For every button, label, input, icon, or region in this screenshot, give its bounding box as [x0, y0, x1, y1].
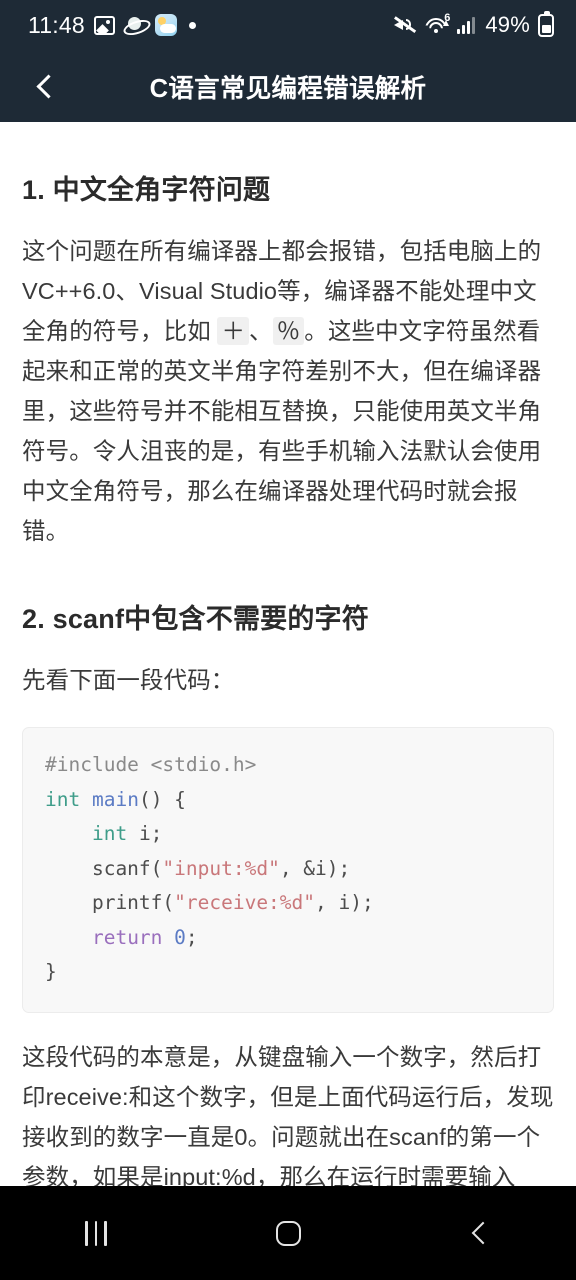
wifi-6-icon: 6 [425, 13, 450, 35]
battery-icon [538, 10, 554, 37]
gallery-icon [93, 15, 115, 35]
android-nav-bar [0, 1186, 576, 1280]
code-block-original: #include <stdio.h> int main() { int i; s… [22, 727, 554, 1013]
back-icon [471, 1221, 494, 1245]
app-bar: C语言常见编程错误解析 [0, 50, 576, 122]
mobile-screen: 11:48 6 49% C语言常见编程错误解析 1. 中文全角字符问题 这个问题… [0, 0, 576, 1280]
mute-icon [394, 15, 417, 35]
nav-back-button[interactable] [420, 1186, 540, 1280]
section-1-text-part2: 、 [249, 318, 273, 344]
page-title: C语言常见编程错误解析 [149, 74, 427, 103]
back-chevron-icon [36, 73, 61, 99]
weather-icon [154, 14, 177, 36]
section-1-text-part3: 。这些中文字符虽然看起来和正常的英文半角字符差别不大，但在编译器里，这些符号并不… [22, 318, 542, 544]
battery-percent-label: 49% [485, 12, 530, 37]
section-1-heading: 1. 中文全角字符问题 [22, 175, 271, 205]
status-bar-left: 11:48 [28, 12, 196, 39]
dot-indicator-icon [188, 21, 196, 29]
section-1-paragraph: 这个问题在所有编译器上都会报错，包括电脑上的VC++6.0、Visual Stu… [22, 231, 554, 551]
status-bar-right: 6 49% [394, 10, 554, 38]
home-icon [275, 1220, 301, 1246]
section-2-heading: 2. scanf中包含不需要的字符 [22, 604, 369, 634]
recents-icon [85, 1220, 107, 1246]
inline-code-percent: ％ [272, 317, 305, 345]
nav-recents-button[interactable] [36, 1186, 156, 1280]
back-button[interactable] [20, 60, 72, 112]
inline-code-plus: ＋ [217, 317, 250, 345]
nav-home-button[interactable] [228, 1186, 348, 1280]
status-bar-clock: 11:48 [28, 11, 85, 38]
cellular-signal-icon [457, 16, 477, 34]
saturn-icon [124, 15, 146, 35]
status-bar: 11:48 6 49% [0, 0, 576, 50]
article-content: 1. 中文全角字符问题 这个问题在所有编译器上都会报错，包括电脑上的VC++6.… [0, 122, 576, 1280]
section-2-intro: 先看下面一段代码： [22, 667, 235, 693]
